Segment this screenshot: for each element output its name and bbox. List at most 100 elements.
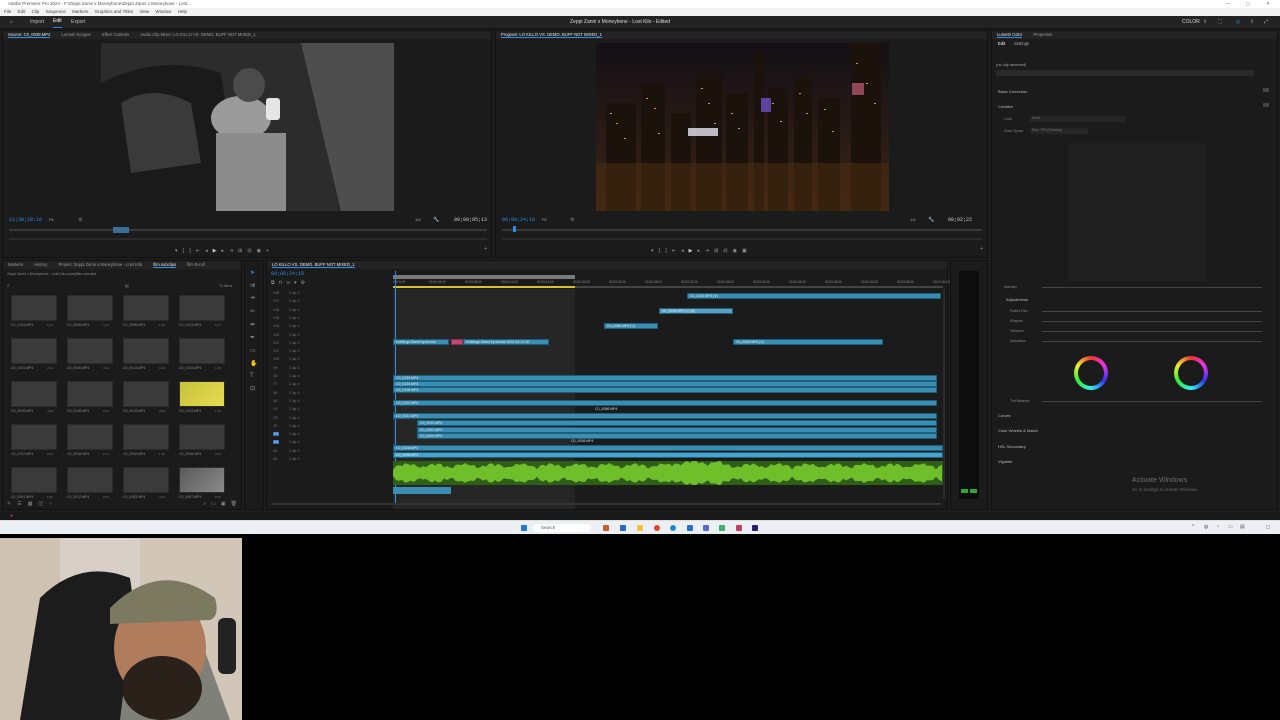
menu-window[interactable]: Window [155, 9, 171, 14]
track-label[interactable]: V1 [273, 432, 280, 437]
tab-export[interactable]: Export [71, 16, 85, 29]
track-label[interactable]: V4 [273, 407, 277, 411]
basic-correction-toggle[interactable] [1263, 88, 1269, 92]
tab-sequence[interactable]: LO KILLO VS. DEMO. BUFF NOT MIXED_1 [272, 262, 355, 268]
clip-top-2[interactable]: C0_0038.MP4 [V] [A] [659, 308, 733, 314]
track-toggle-icons[interactable]: ⊡ ◉ ⊙ [289, 416, 300, 420]
clip-thumbnail[interactable] [11, 338, 57, 364]
source-settings-icon[interactable]: ⚙ [78, 217, 82, 223]
track-label[interactable]: V16 [273, 308, 279, 312]
menu-clip[interactable]: Clip [32, 9, 40, 14]
comparison-icon[interactable]: ▣ [742, 248, 747, 254]
premiere-taskbar-icon[interactable] [752, 525, 758, 531]
maximize-panel-icon[interactable]: ⤢ [1264, 16, 1268, 29]
track-label[interactable]: V8 [273, 374, 277, 378]
clip-thumbnail[interactable] [123, 338, 169, 364]
list-view-icon[interactable]: ☰ [17, 501, 21, 507]
tab-project[interactable]: Project: Zeppi Zanni x Moneybone - Lost … [59, 262, 143, 267]
track-toggle-icons[interactable]: ⊡ ◉ ⊙ [289, 432, 300, 436]
clip-thumbnail[interactable] [179, 338, 225, 364]
program-wrench-icon[interactable]: 🔧 [928, 217, 934, 223]
source-timecode[interactable]: 23;38;20;16 [9, 217, 42, 223]
quick-export-icon[interactable]: ⇪ [1203, 16, 1207, 29]
track-label[interactable]: A2 [273, 449, 277, 453]
rectangle-tool-icon[interactable]: ▭ [250, 347, 257, 354]
track-header[interactable]: A3 ⊡ ◉ ⊙ [273, 457, 391, 464]
source-zoom-select[interactable]: 1/4 [415, 217, 421, 222]
app-icon-green[interactable] [719, 525, 725, 531]
ripple-edit-icon[interactable]: ⟛ [250, 295, 257, 302]
start-icon[interactable] [521, 525, 527, 531]
track-toggle-icons[interactable]: ⊡ ◉ ⊙ [289, 341, 300, 345]
icon-view-icon[interactable]: ▦ [28, 501, 33, 507]
source-add-icon[interactable]: + [484, 246, 487, 252]
program-time-ruler[interactable] [502, 229, 982, 231]
track-label[interactable]: V13 [273, 333, 279, 337]
source-wrench-icon[interactable]: 🔧 [433, 217, 439, 223]
clip-v4[interactable]: C0_0122.MP4 [393, 400, 937, 406]
go-to-in-icon[interactable]: ⇤ [196, 248, 200, 254]
find-icon[interactable]: ⌕ [203, 501, 206, 507]
menu-edit[interactable]: Edit [18, 9, 26, 14]
step-forward-icon[interactable]: ▸ [697, 248, 700, 254]
lift-icon[interactable]: ⊞ [714, 248, 718, 254]
clip-right-1[interactable]: C0_0065.MP4 [V] [733, 339, 883, 345]
close-icon[interactable]: ✕ [1266, 0, 1270, 8]
clip-thumbnail[interactable] [179, 295, 225, 321]
clip-thumbnail[interactable] [123, 467, 169, 493]
mark-in-icon[interactable]: { [183, 248, 185, 254]
edge-icon[interactable] [670, 525, 676, 531]
work-area-bar[interactable] [393, 275, 575, 279]
notification-icon[interactable]: ◻ [1266, 524, 1270, 530]
mark-out-icon[interactable]: } [189, 248, 191, 254]
track-header[interactable]: V11 ⊡ ◉ ⊙ [273, 349, 391, 356]
tray-network-icon[interactable]: ◍ [1204, 524, 1208, 530]
track-header[interactable]: V16 ⊡ ◉ ⊙ [273, 308, 391, 315]
track-toggle-icons[interactable]: ⊡ ◉ ⊙ [289, 324, 300, 328]
clip-thumbnail[interactable] [123, 295, 169, 321]
step-forward-icon[interactable]: ▸ [221, 248, 224, 254]
clip-thumbnail[interactable] [67, 467, 113, 493]
add-marker-icon[interactable]: ▾ [294, 280, 297, 286]
source-time-ruler[interactable] [9, 229, 487, 231]
search-icon[interactable]: ⌕ [7, 283, 10, 289]
tray-clock[interactable]: ▤ [1240, 524, 1245, 530]
pen-tool-icon[interactable]: ✒ [250, 334, 257, 341]
track-toggle-icons[interactable]: ⊡ ◉ ⊙ [289, 391, 300, 395]
store-icon[interactable] [687, 525, 693, 531]
clip-thumbnail[interactable] [67, 381, 113, 407]
track-toggle-icons[interactable]: ⊡ ◉ ⊙ [289, 407, 300, 411]
track-label[interactable]: V12 [273, 341, 279, 345]
track-toggle-icons[interactable]: ⊡ ◉ ⊙ [289, 374, 300, 378]
tab-history[interactable]: History [34, 262, 47, 267]
track-label[interactable]: V10 [273, 357, 279, 361]
intensity-slider[interactable] [1042, 287, 1262, 288]
track-toggle-icons[interactable]: ⊡ ◉ ⊙ [289, 299, 300, 303]
track-toggle-icons[interactable]: ⊡ ◉ ⊙ [289, 424, 300, 428]
timeline-timecode[interactable]: 00;00;24;18 [271, 271, 304, 277]
insert-icon[interactable]: ⊞ [238, 248, 242, 254]
tab-properties[interactable]: Properties [1033, 32, 1052, 37]
freeform-view-icon[interactable]: ◫ [38, 501, 43, 507]
tray-volume-icon[interactable]: ◔ [1216, 524, 1219, 530]
widget-icon[interactable] [603, 525, 609, 531]
track-header[interactable]: V5 ⊡ ◉ ⊙ [273, 399, 391, 406]
program-zoom-select[interactable]: 1/4 [910, 217, 916, 222]
clip-v2c[interactable]: C0_0020.MP4 [417, 433, 937, 439]
tray-battery-icon[interactable]: ▭ [1228, 524, 1233, 530]
track-toggle-icons[interactable]: ⊡ ◉ ⊙ [289, 440, 300, 444]
clip-thumbnail[interactable] [11, 467, 57, 493]
track-toggle-icons[interactable]: ⊡ ◉ ⊙ [289, 382, 300, 386]
razor-tool-icon[interactable]: ✂ [250, 308, 257, 315]
track-label[interactable]: V15 [273, 316, 279, 320]
mark-out-icon[interactable]: } [665, 248, 667, 254]
look-select[interactable]: None [1030, 116, 1126, 122]
workspace-color[interactable]: COLOR [1182, 16, 1200, 29]
export-frame-icon[interactable]: ◉ [257, 248, 261, 254]
clip-thumbnail[interactable] [67, 295, 113, 321]
maximize-icon[interactable]: ▢ [1246, 0, 1250, 8]
clip-thumbnail[interactable] [67, 424, 113, 450]
clip-thumbnail[interactable] [123, 424, 169, 450]
export-frame-icon[interactable]: ◉ [733, 248, 737, 254]
overwrite-icon[interactable]: ⊟ [247, 248, 251, 254]
